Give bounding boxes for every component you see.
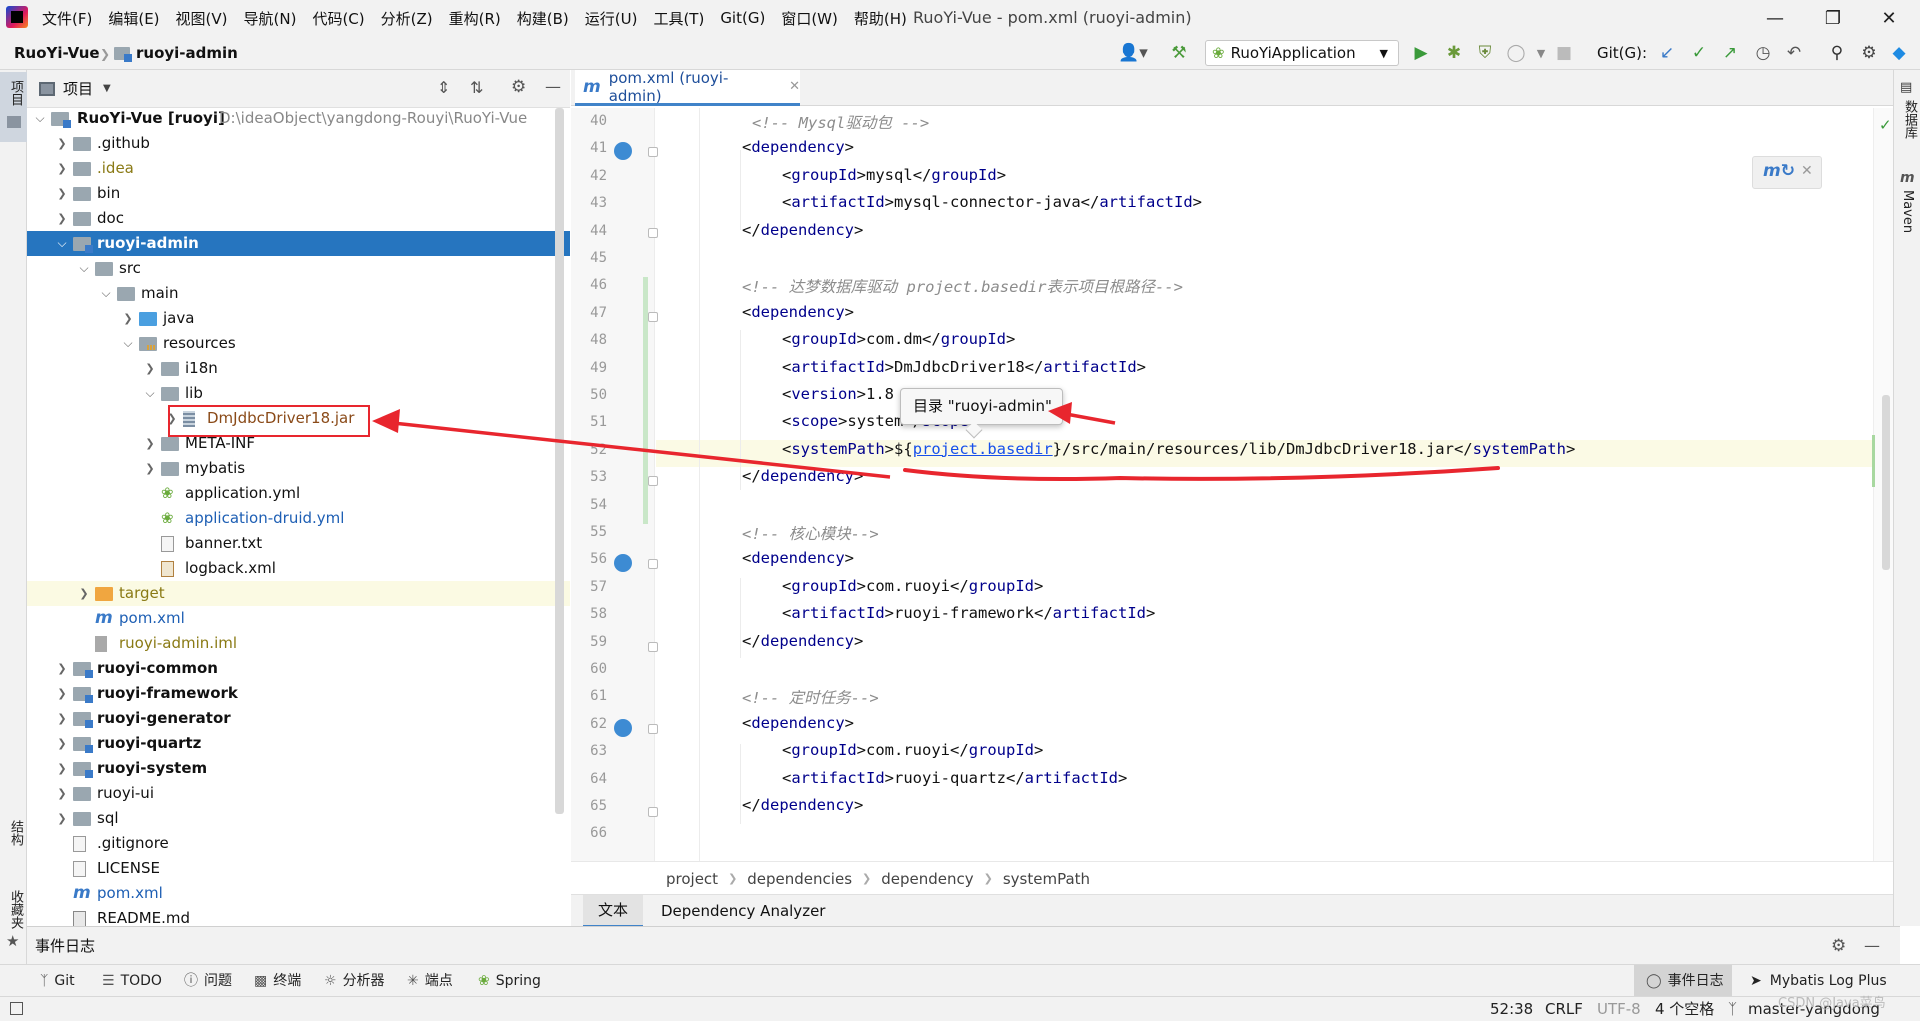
tool-todo[interactable]: ☰ TODO xyxy=(102,965,162,997)
tool-git[interactable]: ᛉ Git xyxy=(40,965,75,997)
right-tool-stripe: ▤ 数据库 m Maven xyxy=(1893,70,1920,926)
mybatis-bird-icon: ➤ xyxy=(1750,973,1762,989)
tool-endpoints[interactable]: ✳ 端点 xyxy=(407,965,453,997)
tool-problems[interactable]: ⓘ 问题 xyxy=(184,965,232,997)
breadcrumb-item[interactable]: project xyxy=(666,870,718,888)
stripe-maven-tab[interactable]: Maven xyxy=(1900,190,1915,233)
status-bar: 52:38 CRLF UTF-8 4 个空格 ᛉ master-yangdong… xyxy=(0,996,1920,1021)
branch-icon: ᛉ xyxy=(1728,1000,1738,1018)
info-icon: ⓘ xyxy=(184,973,198,989)
tab-text[interactable]: 文本 xyxy=(583,895,643,927)
breadcrumb-item[interactable]: dependencies xyxy=(747,870,852,888)
editor-bottom-tabs: 文本 Dependency Analyzer xyxy=(571,894,1900,927)
git-branch-icon: ᛉ xyxy=(40,973,49,989)
tab-dependency-analyzer[interactable]: Dependency Analyzer xyxy=(661,895,825,927)
arrow-to-tooltip-line xyxy=(1065,412,1116,425)
editor-breadcrumb: project ❯ dependencies ❯ dependency ❯ systemPa… xyxy=(571,861,1900,894)
event-log-title: 事件日志 xyxy=(35,937,96,955)
line-separator[interactable]: CRLF xyxy=(1545,997,1583,1021)
watermark: CSDN @Java菜鸟 xyxy=(1778,996,1886,1011)
tool-terminal[interactable]: ▩ 终端 xyxy=(254,965,301,997)
tool-spring[interactable]: ❀ Spring xyxy=(478,965,541,997)
status-toggle-icon[interactable] xyxy=(10,1002,23,1015)
tool-event-log[interactable]: ◯ 事件日志 xyxy=(1634,965,1732,997)
endpoints-icon: ✳ xyxy=(407,973,419,989)
arrow-to-jar-line xyxy=(383,420,891,479)
file-encoding[interactable]: UTF-8 xyxy=(1597,997,1641,1021)
chevron-right-icon: ❯ xyxy=(862,872,872,885)
event-log-settings-icon[interactable]: ⚙ xyxy=(1831,936,1846,956)
cursor-position[interactable]: 52:38 xyxy=(1490,997,1533,1021)
profiler-icon: ☼ xyxy=(324,973,337,989)
tool-profiler[interactable]: ☼ 分析器 xyxy=(324,965,385,997)
arrow-to-tooltip-head xyxy=(1048,402,1072,424)
chevron-right-icon: ❯ xyxy=(728,872,738,885)
stripe-database-tab[interactable]: 数据库 xyxy=(1900,100,1919,139)
breadcrumb-item[interactable]: systemPath xyxy=(1003,870,1090,888)
database-icon: ▤ xyxy=(1900,80,1913,95)
tool-windows-bar: ᛉ Git ☰ TODO ⓘ 问题 ▩ 终端 ☼ 分析器 ✳ 端点 ❀ Spring ◯ 事件日… xyxy=(0,964,1920,997)
underline-annotation xyxy=(903,466,1500,481)
arrow-to-jar-head xyxy=(372,409,400,433)
hide-event-log-icon[interactable]: — xyxy=(1864,936,1880,955)
indent-setting[interactable]: 4 个空格 xyxy=(1655,997,1714,1021)
event-log-icon: ◯ xyxy=(1646,973,1662,989)
terminal-icon: ▩ xyxy=(254,973,268,989)
maven-icon: m xyxy=(1900,170,1915,186)
chevron-right-icon: ❯ xyxy=(983,872,993,885)
list-icon: ☰ xyxy=(102,973,115,989)
breadcrumb-item[interactable]: dependency xyxy=(881,870,973,888)
event-log-panel: 事件日志 ⚙ — xyxy=(27,926,1900,964)
spring-icon: ❀ xyxy=(478,973,490,989)
